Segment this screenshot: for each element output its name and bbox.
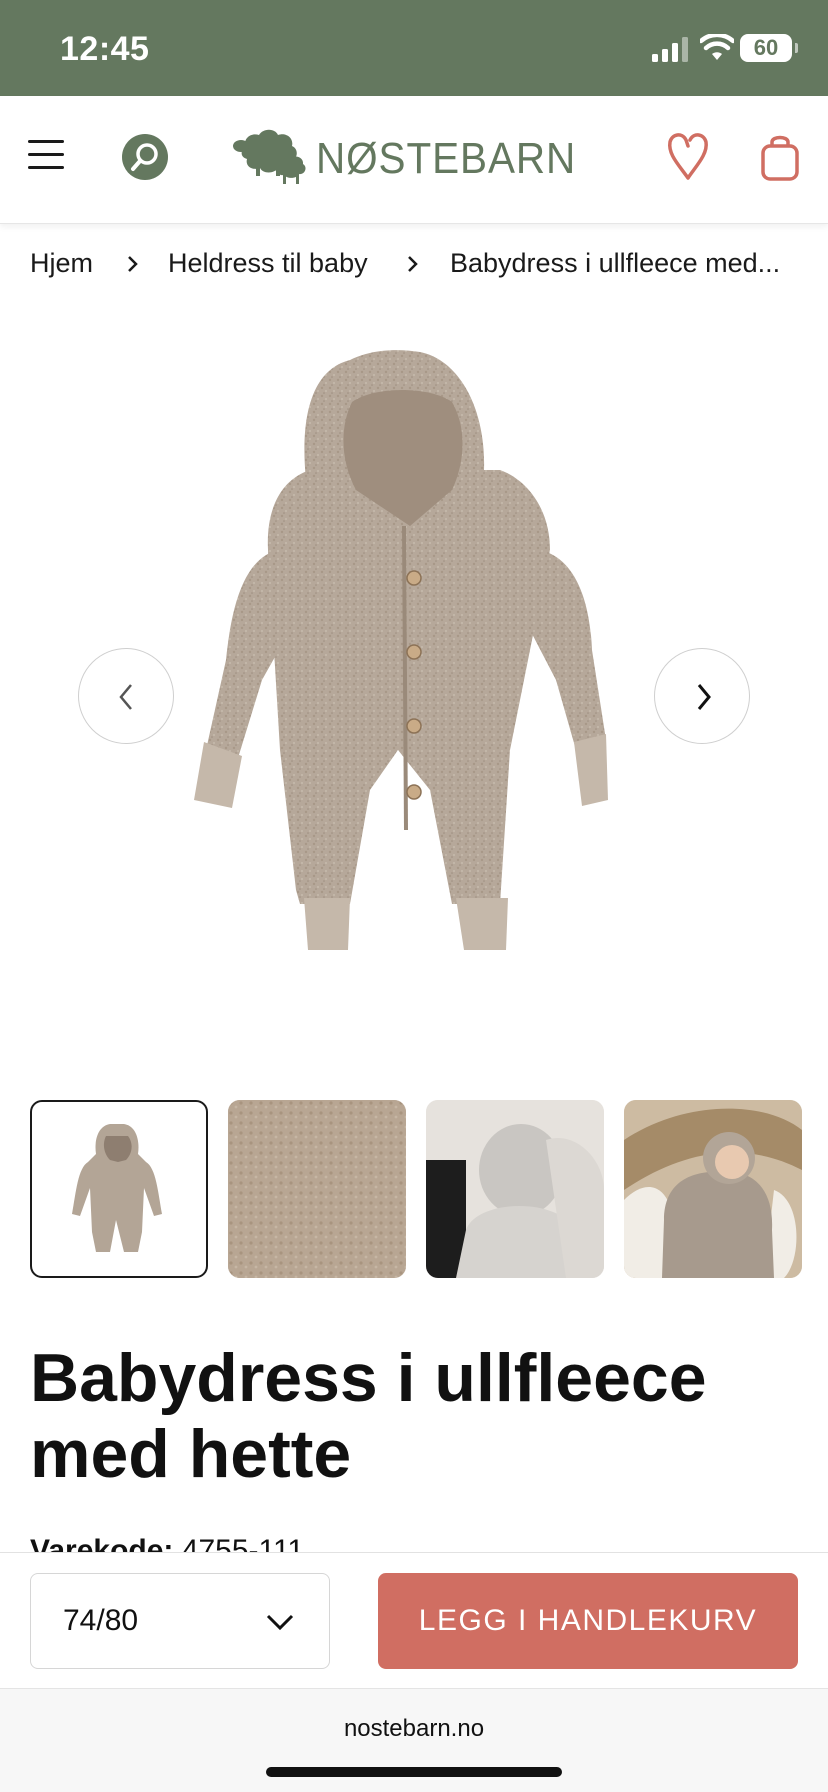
sku-label: Varekode:	[30, 1534, 174, 1554]
status-time: 12:45	[60, 30, 150, 68]
battery-icon: 60	[740, 34, 798, 62]
sheep-logo-icon	[233, 129, 306, 184]
chevron-right-icon	[408, 256, 418, 272]
sticky-purchase-bar: 74/80 LEGG I HANDLEKURV	[0, 1552, 828, 1688]
thumbnail-3[interactable]	[426, 1100, 604, 1278]
product-sku: Varekode: 4755-111	[30, 1534, 304, 1554]
thumbnail-strip	[30, 1100, 802, 1278]
heart-icon[interactable]	[664, 130, 712, 182]
thumbnail-4[interactable]	[624, 1100, 802, 1278]
sku-value: 4755-111	[181, 1534, 305, 1554]
chevron-down-icon	[266, 1614, 294, 1631]
chevron-right-icon	[697, 684, 711, 710]
size-select-value: 74/80	[63, 1604, 139, 1637]
thumbnail-1[interactable]	[30, 1100, 208, 1278]
site-header: NØSTEBARN	[0, 96, 828, 224]
wifi-icon	[700, 34, 734, 60]
browser-address-bar[interactable]: nostebarn.no	[0, 1688, 828, 1792]
product-title: Babydress i ullfleece med hette	[30, 1340, 707, 1492]
add-to-cart-button[interactable]: LEGG I HANDLEKURV	[378, 1573, 798, 1669]
size-select[interactable]: 74/80	[30, 1573, 330, 1669]
menu-icon[interactable]	[28, 140, 64, 170]
search-icon[interactable]	[122, 134, 168, 180]
shopping-bag-icon[interactable]	[760, 132, 800, 182]
carousel-prev-button[interactable]	[78, 648, 174, 744]
thumbnail-2[interactable]	[228, 1100, 406, 1278]
brand-name: NØSTEBARN	[316, 134, 577, 183]
chevron-left-icon	[119, 684, 132, 710]
breadcrumb: Hjem Heldress til baby Babydress i ullfl…	[30, 248, 820, 284]
carousel-next-button[interactable]	[654, 648, 750, 744]
home-indicator[interactable]	[266, 1767, 562, 1777]
url-text[interactable]: nostebarn.no	[0, 1715, 828, 1743]
breadcrumb-current[interactable]: Babydress i ullfleece med...	[450, 248, 780, 279]
brand-logo[interactable]: NØSTEBARN	[232, 126, 575, 190]
chevron-right-icon	[128, 256, 138, 272]
signal-icon	[652, 37, 688, 62]
breadcrumb-home[interactable]: Hjem	[30, 248, 93, 279]
breadcrumb-category[interactable]: Heldress til baby	[168, 248, 368, 279]
status-bar: 12:45 60	[0, 0, 828, 96]
